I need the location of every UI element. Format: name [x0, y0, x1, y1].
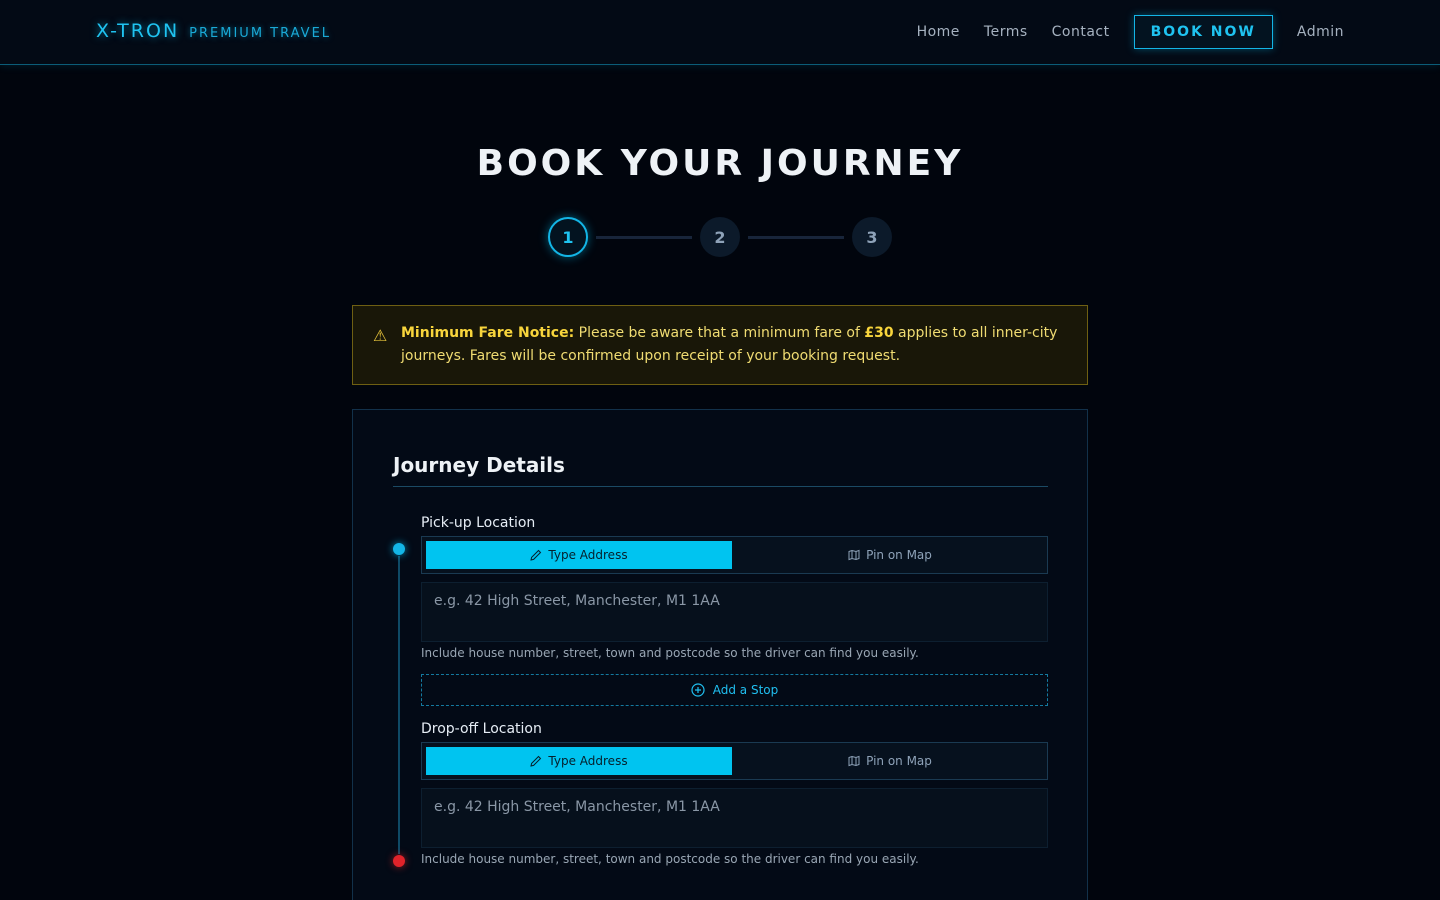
- dropoff-dot-icon: [393, 855, 405, 867]
- plus-circle-icon: [691, 683, 705, 697]
- pickup-mode-toggle: Type Address Pin on Map: [421, 536, 1048, 574]
- dropoff-type-address-label: Type Address: [548, 754, 628, 768]
- dropoff-address-placeholder: e.g. 42 High Street, Manchester, M1 1AA: [434, 799, 720, 815]
- nav-admin-link[interactable]: Admin: [1297, 24, 1344, 40]
- nav-terms-link[interactable]: Terms: [984, 24, 1028, 40]
- brand-tagline: PREMIUM TRAVEL: [189, 26, 332, 41]
- page-title: BOOK YOUR JOURNEY: [476, 143, 964, 184]
- pickup-pin-on-map-label: Pin on Map: [866, 548, 932, 562]
- dropoff-address-input[interactable]: e.g. 42 High Street, Manchester, M1 1AA: [421, 788, 1048, 848]
- divider: [393, 486, 1048, 487]
- journey-details-title: Journey Details: [393, 453, 565, 477]
- add-stop-button[interactable]: Add a Stop: [421, 674, 1048, 706]
- notice-text: Please be aware that a minimum fare of: [574, 325, 865, 341]
- step-3-indicator: 3: [852, 217, 892, 257]
- pencil-icon: [530, 549, 542, 561]
- pickup-label: Pick-up Location: [421, 515, 536, 531]
- site-header: X-TRON PREMIUM TRAVEL Home Terms Contact…: [0, 0, 1440, 65]
- dropoff-pin-on-map-label: Pin on Map: [866, 754, 932, 768]
- route-line: [398, 556, 400, 854]
- pickup-helper-text: Include house number, street, town and p…: [421, 646, 919, 660]
- dropoff-helper-text: Include house number, street, town and p…: [421, 852, 919, 866]
- step-1-indicator: 1: [548, 217, 588, 257]
- notice-heading: Minimum Fare Notice:: [401, 325, 575, 341]
- warning-icon: ⚠: [373, 326, 388, 345]
- step-connector: [596, 236, 692, 239]
- nav-home-link[interactable]: Home: [917, 24, 960, 40]
- map-icon: [848, 755, 860, 767]
- pickup-type-address-button[interactable]: Type Address: [426, 541, 732, 569]
- dropoff-mode-toggle: Type Address Pin on Map: [421, 742, 1048, 780]
- dropoff-type-address-button[interactable]: Type Address: [426, 747, 732, 775]
- pencil-icon: [530, 755, 542, 767]
- pickup-pin-on-map-button[interactable]: Pin on Map: [736, 541, 1044, 569]
- nav-contact-link[interactable]: Contact: [1052, 24, 1110, 40]
- pickup-address-placeholder: e.g. 42 High Street, Manchester, M1 1AA: [434, 593, 720, 609]
- step-connector: [748, 236, 844, 239]
- brand-logo[interactable]: X-TRON PREMIUM TRAVEL: [96, 20, 331, 42]
- dropoff-label: Drop-off Location: [421, 721, 542, 737]
- dropoff-pin-on-map-button[interactable]: Pin on Map: [736, 747, 1044, 775]
- journey-details-card: Journey Details Pick-up Location Type Ad…: [352, 409, 1088, 900]
- pickup-address-input[interactable]: e.g. 42 High Street, Manchester, M1 1AA: [421, 582, 1048, 642]
- booking-stepper: 1 2 3: [548, 217, 892, 257]
- book-now-button[interactable]: BOOK NOW: [1133, 15, 1273, 49]
- step-2-indicator: 2: [700, 217, 740, 257]
- pickup-dot-icon: [393, 543, 405, 555]
- notice-amount: £30: [864, 325, 894, 341]
- map-icon: [848, 549, 860, 561]
- brand-name: X-TRON: [96, 20, 180, 42]
- pickup-type-address-label: Type Address: [548, 548, 628, 562]
- main-nav: Home Terms Contact BOOK NOW Admin: [917, 15, 1344, 49]
- add-stop-label: Add a Stop: [712, 683, 779, 697]
- minimum-fare-notice: ⚠ Minimum Fare Notice: Please be aware t…: [352, 305, 1088, 385]
